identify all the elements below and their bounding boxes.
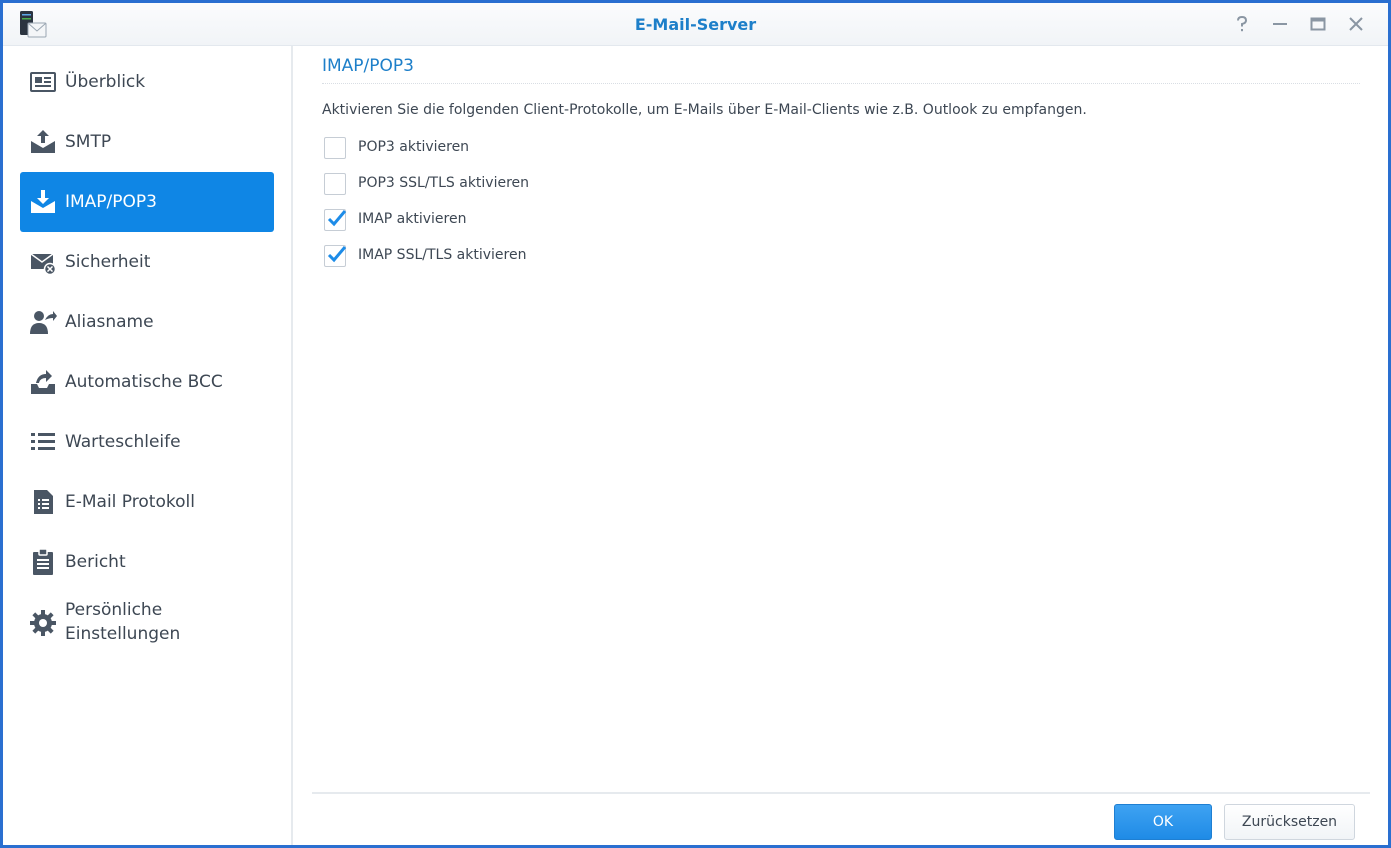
footer-divider — [312, 792, 1370, 794]
sidebar-item-personal-settings[interactable]: Persönliche Einstellungen — [20, 585, 274, 659]
user-forward-icon — [30, 311, 57, 334]
list-icon — [31, 433, 55, 450]
overview-icon — [30, 72, 56, 92]
gear-icon — [30, 610, 56, 636]
sidebar-item-label: Persönliche Einstellungen — [65, 600, 181, 644]
email-server-window: E-Mail-Server Überblick SMTP IMAP/POP3 S… — [3, 3, 1388, 845]
section-description: Aktivieren Sie die folgenden Client-Prot… — [322, 102, 1087, 118]
option-label: POP3 SSL/TLS aktivieren — [358, 175, 530, 191]
sidebar-item-label: Warteschleife — [65, 432, 181, 452]
minimize-button[interactable] — [1269, 13, 1291, 35]
sidebar-item-label: Automatische BCC — [65, 372, 223, 392]
clipboard-icon — [33, 548, 53, 575]
sidebar-item-label: Bericht — [65, 552, 126, 572]
log-document-icon — [34, 490, 53, 514]
section-title: IMAP/POP3 — [322, 56, 414, 76]
close-icon — [1349, 17, 1363, 31]
title-bar: E-Mail-Server — [3, 3, 1388, 46]
sidebar-item-imap-pop3[interactable]: IMAP/POP3 — [20, 172, 274, 232]
option-label: IMAP aktivieren — [358, 211, 467, 227]
checkbox[interactable] — [324, 137, 346, 159]
help-icon — [1237, 15, 1248, 32]
sidebar: Überblick SMTP IMAP/POP3 Sicherheit Alia… — [3, 46, 293, 845]
sidebar-item-label: Überblick — [65, 72, 146, 92]
checkbox[interactable] — [324, 209, 347, 231]
maximize-button[interactable] — [1307, 13, 1329, 35]
sidebar-item-mail-log[interactable]: E-Mail Protokoll — [20, 472, 274, 532]
checkmark-icon — [327, 210, 347, 227]
ok-button[interactable]: OK — [1114, 804, 1212, 840]
sidebar-item-queue[interactable]: Warteschleife — [20, 412, 274, 472]
sidebar-item-security[interactable]: Sicherheit — [20, 232, 274, 292]
checkbox[interactable] — [324, 245, 347, 267]
sidebar-item-label: SMTP — [65, 132, 112, 152]
auto-bcc-icon — [31, 370, 55, 394]
sidebar-item-overview[interactable]: Überblick — [20, 52, 274, 112]
minimize-icon — [1273, 23, 1287, 25]
section-divider — [322, 83, 1360, 84]
window-title: E-Mail-Server — [634, 15, 757, 34]
sidebar-item-auto-bcc[interactable]: Automatische BCC — [20, 352, 274, 412]
maximize-icon — [1310, 17, 1326, 31]
sidebar-item-report[interactable]: Bericht — [20, 532, 274, 592]
main-panel: IMAP/POP3 Aktivieren Sie die folgenden C… — [293, 46, 1388, 845]
sidebar-item-label: Sicherheit — [65, 252, 151, 272]
option-label: POP3 aktivieren — [358, 139, 470, 155]
sidebar-item-alias[interactable]: Aliasname — [20, 292, 274, 352]
reset-button[interactable]: Zurücksetzen — [1224, 804, 1355, 840]
mail-block-icon — [30, 253, 57, 276]
help-button[interactable] — [1231, 13, 1253, 35]
option-label: IMAP SSL/TLS aktivieren — [358, 247, 527, 263]
sidebar-item-label: E-Mail Protokoll — [65, 492, 195, 512]
checkbox[interactable] — [324, 173, 346, 195]
sidebar-item-label: Aliasname — [65, 312, 154, 332]
upload-mail-icon — [31, 130, 55, 153]
sidebar-item-label: IMAP/POP3 — [65, 192, 157, 212]
checkmark-icon — [327, 246, 347, 263]
close-button[interactable] — [1345, 13, 1367, 35]
sidebar-item-smtp[interactable]: SMTP — [20, 112, 274, 172]
download-mail-icon — [31, 190, 55, 213]
